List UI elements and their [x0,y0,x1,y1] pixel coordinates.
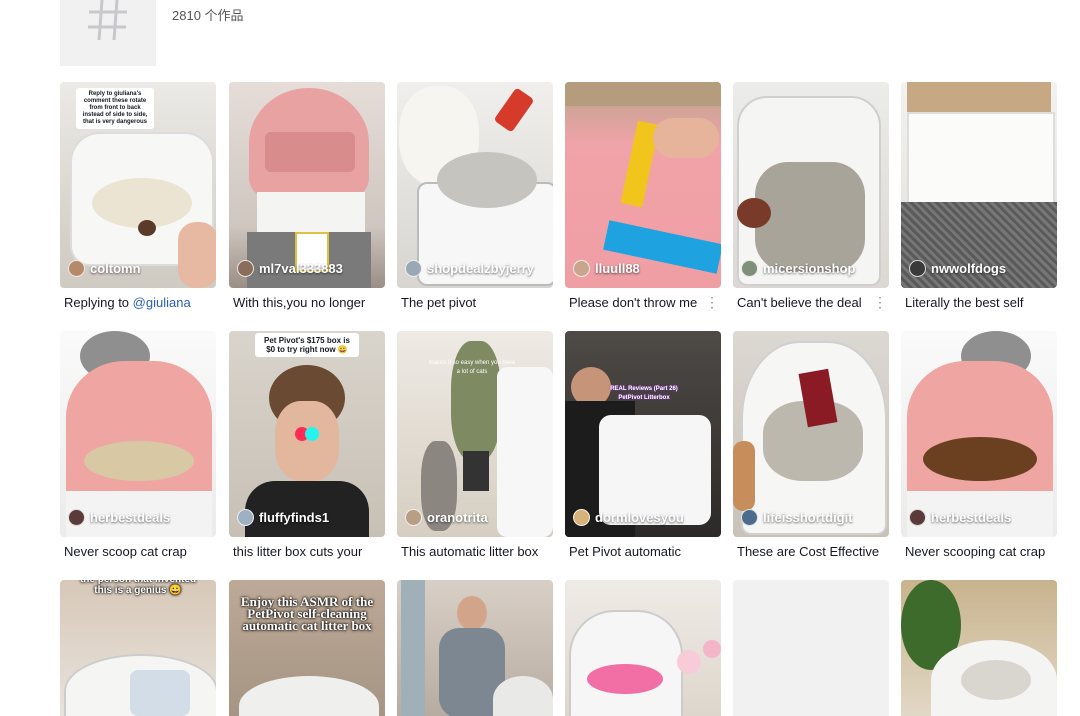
mention-link[interactable]: @giuliana [133,295,191,310]
video-thumbnail[interactable] [565,580,721,716]
video-author: herbestdeals [909,509,1011,526]
caption-prefix: Replying to [64,294,133,310]
video-card[interactable]: Reply to giuliana's comment these rotate… [60,82,216,310]
video-author: micersionshop [741,260,855,277]
avatar [909,260,926,277]
video-card[interactable]: the person that invented this is a geniu… [60,580,216,716]
video-thumbnail[interactable]: REAL Reviews (Part 26) PetPivot Litterbo… [565,331,721,537]
video-overlay-text: Pet Pivot's $175 box is $0 to try right … [255,333,359,357]
video-card[interactable]: shopdealzbyjerry The pet pivot [397,82,553,310]
hashtag-cover [60,0,156,66]
avatar [405,509,422,526]
author-handle: fluffyfinds1 [259,510,330,525]
author-handle: micersionshop [763,261,856,276]
video-author: nwwolfdogs [909,260,1006,277]
video-thumbnail[interactable]: herbestdeals [901,331,1057,537]
video-author: shopdealzbyjerry [405,260,534,277]
video-card[interactable]: ml7val333883 With this,you no longer [229,82,385,310]
avatar [68,260,85,277]
video-card[interactable] [397,580,553,716]
video-caption[interactable]: Can't believe the deal [733,295,862,310]
video-card[interactable]: lluull88 Please don't throw me ⋮ [565,82,721,310]
video-thumbnail[interactable]: Reply to giuliana's comment these rotate… [60,82,216,288]
author-handle: ml7val333883 [259,261,343,276]
author-handle: coltomn [90,261,141,276]
video-caption[interactable]: Never scooping cat crap [901,544,1045,559]
video-thumbnail[interactable]: the person that invented this is a geniu… [60,580,216,716]
video-overlay-text: the person that invented this is a geniu… [80,580,196,596]
avatar [909,509,926,526]
video-card[interactable]: lifeisshortdigit These are Cost Effectiv… [733,331,889,559]
video-caption[interactable]: Pet Pivot automatic [565,544,681,559]
video-caption[interactable]: With this,you no longer [229,295,365,310]
video-card[interactable]: makes it so easy when you have a lot of … [397,331,553,559]
video-author: coltomn [68,260,141,277]
video-thumbnail[interactable]: lifeisshortdigit [733,331,889,537]
video-thumbnail[interactable]: herbestdeals [60,331,216,537]
video-caption[interactable]: Replying to @giuliana [60,295,191,310]
video-author: dormlovesyou [573,509,684,526]
video-card[interactable] [733,580,889,716]
video-thumbnail[interactable]: shopdealzbyjerry [397,82,553,288]
video-overlay-text: Reply to giuliana's comment these rotate… [76,88,154,129]
post-count: 2810 个作品 [172,8,244,23]
more-icon[interactable]: ⋮ [705,294,721,311]
more-icon[interactable]: ⋮ [873,294,889,311]
video-thumbnail[interactable]: lluull88 [565,82,721,288]
video-card[interactable]: herbestdeals Never scoop cat crap [60,331,216,559]
avatar [573,260,590,277]
avatar [741,509,758,526]
author-handle: herbestdeals [931,510,1012,525]
avatar [237,509,254,526]
video-card[interactable]: micersionshop Can't believe the deal ⋮ [733,82,889,310]
video-thumbnail[interactable]: nwwolfdogs [901,82,1057,288]
video-author: ml7val333883 [237,260,343,277]
avatar [68,509,85,526]
author-handle: lluull88 [595,261,640,276]
video-overlay-text: REAL Reviews (Part 26) PetPivot Litterbo… [610,386,678,401]
video-thumbnail[interactable] [901,580,1057,716]
video-caption[interactable]: This automatic litter box [397,544,538,559]
video-author: herbestdeals [68,509,170,526]
video-author: oranotrita [405,509,488,526]
video-card[interactable]: nwwolfdogs Literally the best self [901,82,1057,310]
video-placeholder[interactable] [733,580,889,716]
video-card[interactable]: herbestdeals Never scooping cat crap [901,331,1057,559]
video-card[interactable]: Enjoy this ASMR of the PetPivot self-cle… [229,580,385,716]
video-overlay-text: Enjoy this ASMR of the PetPivot self-cle… [240,594,374,633]
video-overlay-text: makes it so easy when you have a lot of … [428,360,516,375]
avatar [573,509,590,526]
author-handle: nwwolfdogs [931,261,1007,276]
video-thumbnail[interactable] [397,580,553,716]
video-thumbnail[interactable]: Enjoy this ASMR of the PetPivot self-cle… [229,580,385,716]
video-card[interactable]: Pet Pivot's $175 box is $0 to try right … [229,331,385,559]
video-caption[interactable]: Literally the best self [901,295,1024,310]
video-thumbnail[interactable]: Pet Pivot's $175 box is $0 to try right … [229,331,385,537]
video-thumbnail[interactable]: micersionshop [733,82,889,288]
video-author: lifeisshortdigit [741,509,853,526]
video-caption[interactable]: The pet pivot [397,295,476,310]
video-card[interactable]: REAL Reviews (Part 26) PetPivot Litterbo… [565,331,721,559]
video-card[interactable] [901,580,1057,716]
video-author: lluull88 [573,260,640,277]
avatar [741,260,758,277]
video-card[interactable] [565,580,721,716]
video-thumbnail[interactable]: ml7val333883 [229,82,385,288]
video-caption[interactable]: These are Cost Effective [733,544,879,559]
video-author: fluffyfinds1 [237,509,329,526]
video-thumbnail[interactable]: makes it so easy when you have a lot of … [397,331,553,537]
author-handle: dormlovesyou [595,510,684,525]
video-caption[interactable]: Please don't throw me [565,295,697,310]
author-handle: herbestdeals [90,510,171,525]
author-handle: oranotrita [427,510,488,525]
avatar [237,260,254,277]
hashtag-icon [88,0,127,41]
video-caption[interactable]: Never scoop cat crap [60,544,187,559]
avatar [405,260,422,277]
author-handle: lifeisshortdigit [763,510,853,525]
video-caption[interactable]: this litter box cuts your [229,544,362,559]
author-handle: shopdealzbyjerry [427,261,534,276]
